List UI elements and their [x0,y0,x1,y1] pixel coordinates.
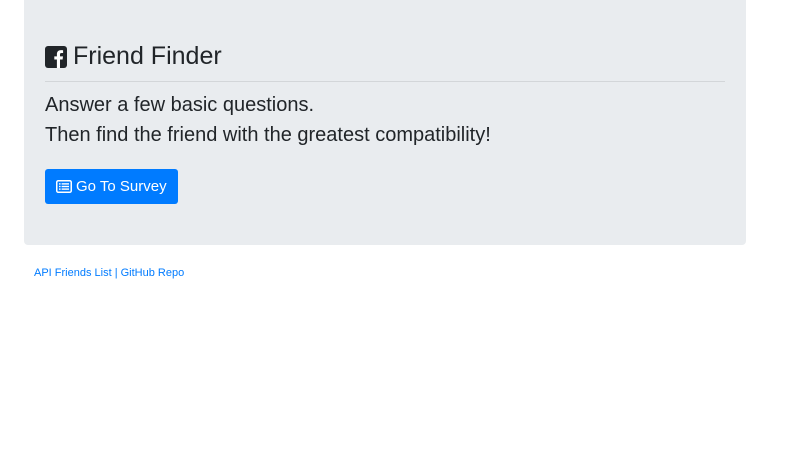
intro-line-2: Then find the friend with the greatest c… [45,124,491,146]
facebook-square-icon [45,45,67,68]
github-repo-link[interactable]: GitHub Repo [121,267,185,279]
list-alt-icon [56,180,72,193]
go-to-survey-button[interactable]: Go To Survey [45,169,178,204]
footer-separator: | [114,267,118,279]
divider [45,81,725,82]
go-to-survey-label: Go To Survey [76,178,167,195]
footer-links: API Friends List | GitHub Repo [34,266,184,280]
jumbotron: Friend Finder Answer a few basic questio… [24,0,746,245]
api-friends-list-link[interactable]: API Friends List [34,267,112,279]
intro-line-1: Answer a few basic questions. [45,94,315,116]
page-title: Friend Finder [45,41,222,71]
page-title-text: Friend Finder [73,42,222,70]
